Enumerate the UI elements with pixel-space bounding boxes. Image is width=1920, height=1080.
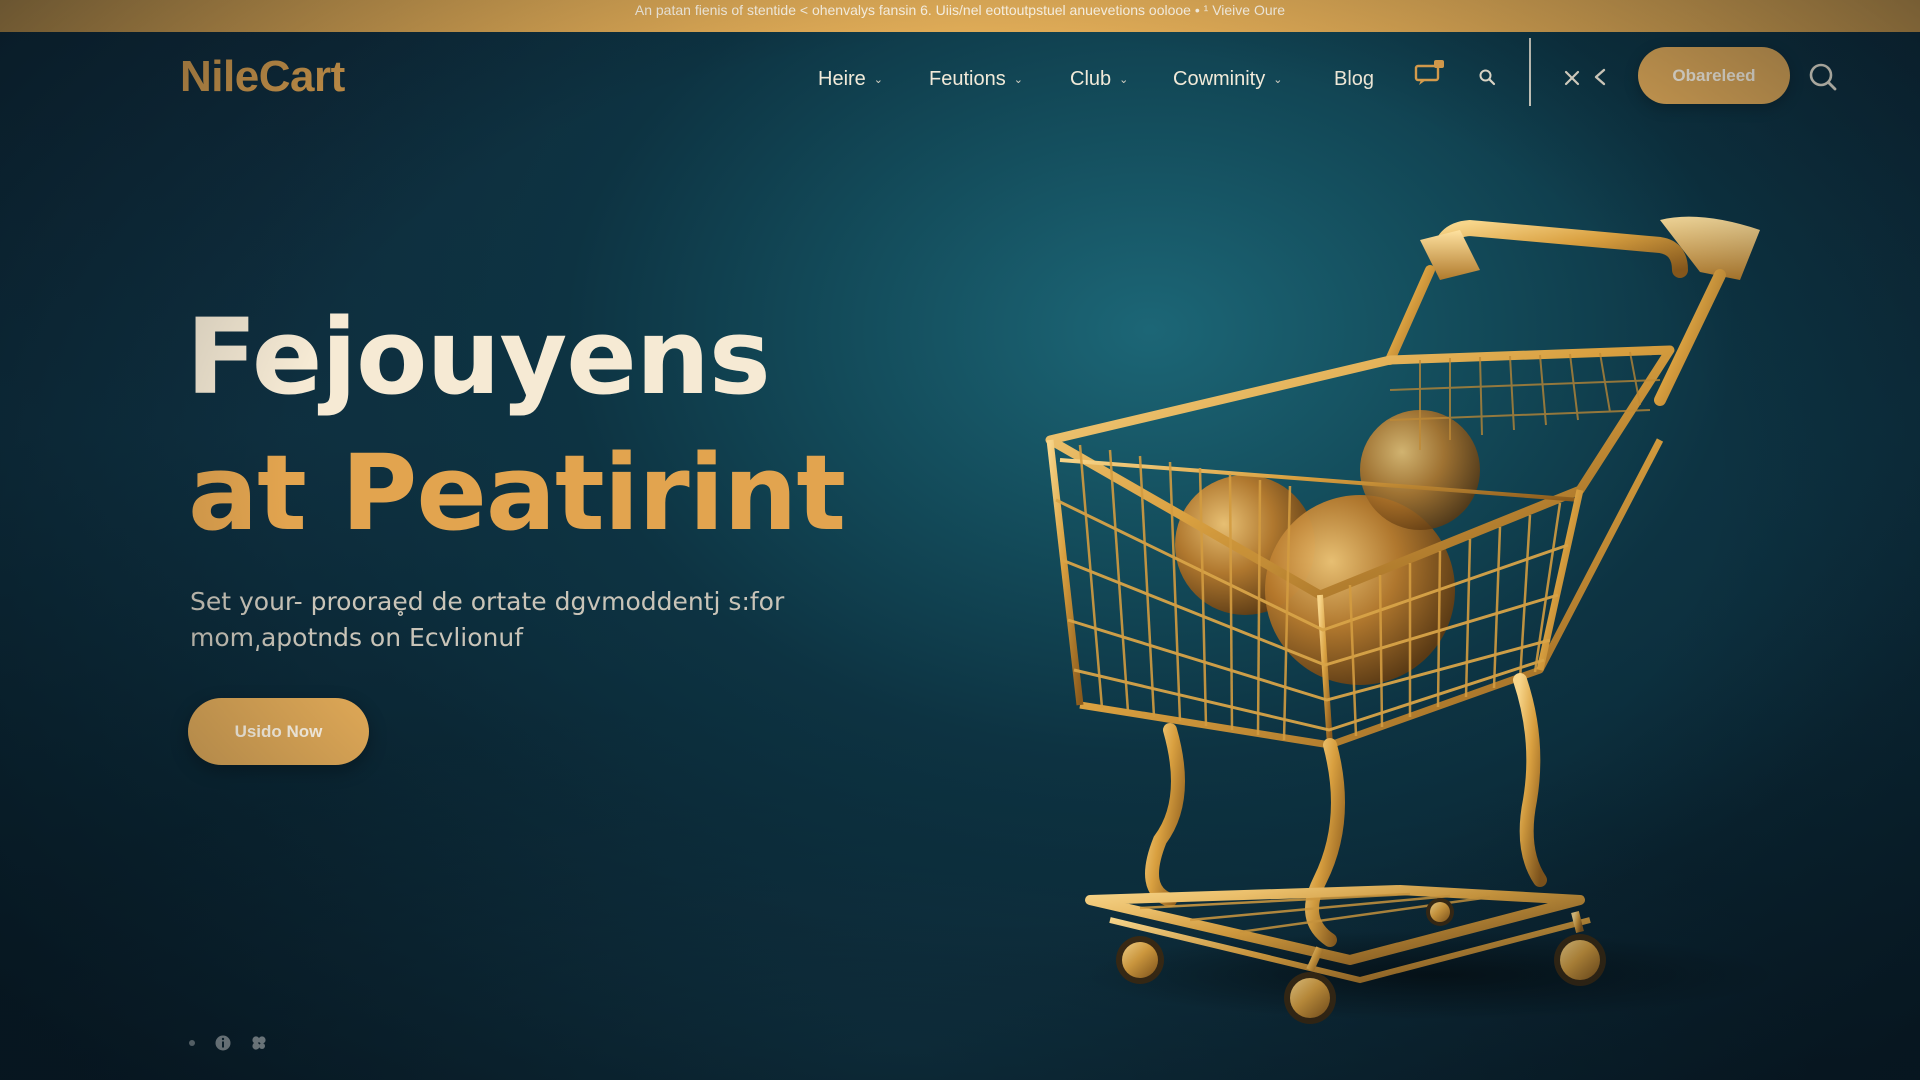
clover-icon[interactable] <box>250 1034 268 1052</box>
header-cta-button[interactable]: Obareleed <box>1638 47 1790 104</box>
site-header: NileCart Heire ⌄ Feutions ⌄ Club ⌄ Cowmi… <box>0 32 1920 122</box>
hero-subtitle-line1: Set your- proorae̥d de ortate dgvmoddent… <box>190 587 785 616</box>
nav-item-label: Feutions <box>929 67 1006 90</box>
social-icons <box>188 1034 268 1052</box>
chat-icon[interactable] <box>1413 56 1447 88</box>
nav-item-community[interactable]: Cowminity ⌄ <box>1161 62 1322 96</box>
page: An patan fienis of stentide < ohenvalys … <box>0 0 1920 1080</box>
nav-item-label: Blog <box>1334 67 1375 90</box>
info-icon[interactable] <box>214 1034 232 1052</box>
nav-item-feutions[interactable]: Feutions ⌄ <box>917 62 1058 96</box>
chevron-down-icon: ⌄ <box>1013 73 1023 86</box>
nav-item-label: Heire <box>818 67 866 90</box>
header-divider <box>1529 38 1531 106</box>
close-icon[interactable] <box>1562 68 1582 88</box>
announcement-text: An patan fienis of stentide < ohenvalys … <box>634 2 1286 18</box>
search-small-icon[interactable] <box>1476 66 1498 88</box>
shopping-cart-illustration <box>1045 216 1760 1024</box>
chevron-left-icon[interactable] <box>1590 66 1610 88</box>
hero-title-line1: Fejouyens <box>186 296 771 418</box>
hero-title-line2: at Peatirint <box>188 432 846 554</box>
chevron-down-icon: ⌄ <box>1273 73 1283 86</box>
main-nav: Heire ⌄ Feutions ⌄ Club ⌄ Cowminity ⌄ Bl… <box>806 62 1402 96</box>
chevron-down-icon: ⌄ <box>873 73 884 86</box>
dot-icon[interactable] <box>188 1039 196 1047</box>
announcement-bar[interactable]: An patan fienis of stentide < ohenvalys … <box>0 0 1920 32</box>
logo[interactable]: NileCart <box>180 52 345 102</box>
hero-subtitle: Set your- proorae̥d de ortate dgvmoddent… <box>190 584 810 656</box>
shop-now-button[interactable]: Usido Now <box>188 698 369 765</box>
search-icon[interactable] <box>1806 60 1840 94</box>
nav-item-club[interactable]: Club ⌄ <box>1058 62 1161 96</box>
hero-subtitle-line2: mom͵apotnds on Ecvlionuf <box>190 623 524 652</box>
nav-item-heire[interactable]: Heire ⌄ <box>806 62 917 96</box>
nav-item-blog[interactable]: Blog <box>1322 62 1402 96</box>
nav-item-label: Club <box>1070 67 1112 90</box>
nav-item-label: Cowminity <box>1173 67 1266 90</box>
chevron-down-icon: ⌄ <box>1119 73 1129 86</box>
